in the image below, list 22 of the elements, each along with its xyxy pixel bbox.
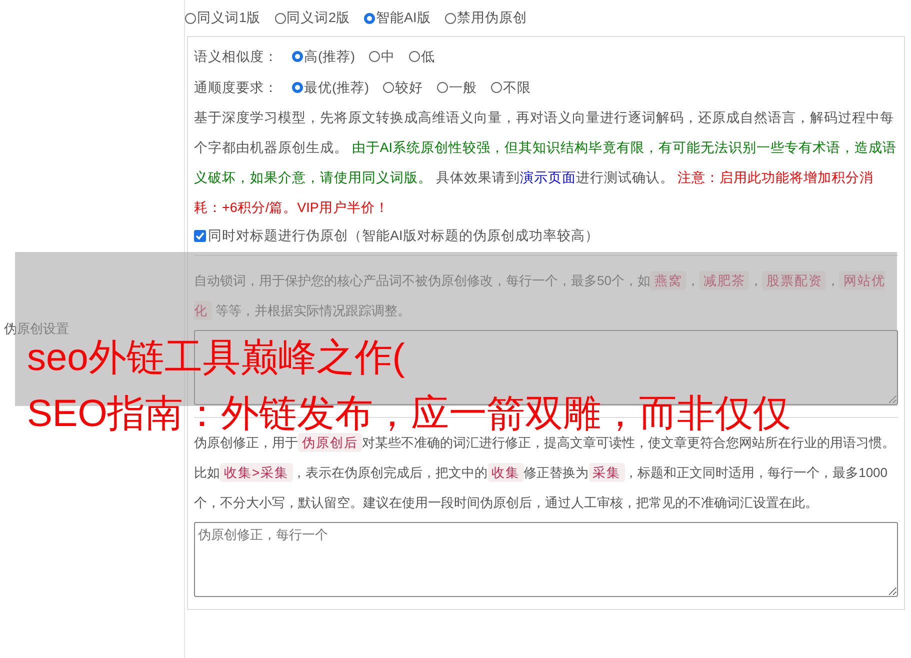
- radio-option[interactable]: 低: [409, 48, 435, 66]
- lock-words-description: 自动锁词，用于保护您的核心产品词不被伪原创修改，每行一个，最多50个，如 燕窝 ， 减肥茶 ， 股票配资 ， 网站优化 等等，并根据实际情况跟踪调整。: [194, 270, 886, 322]
- section-label: 伪原创设置: [4, 320, 69, 338]
- title-checkbox[interactable]: 同时对标题进行伪原创（智能AI版对标题的伪原创成功率较高）: [194, 223, 898, 249]
- radio-option[interactable]: 中: [369, 48, 395, 66]
- radio-option[interactable]: 同义词1版: [185, 9, 261, 27]
- correction-field[interactable]: 伪原创修正，每行一个: [194, 522, 898, 597]
- similarity-label: 语义相似度：: [194, 48, 278, 66]
- overlay-title: seo外链工具巅峰之作(: [27, 336, 405, 381]
- fluency-label: 通顺度要求：: [194, 78, 278, 96]
- ai-description: 基于深度学习模型，先将原文转换成高维语义向量，再对语义向量进行逐词解码，还原成自然语言，解码过程中每个字都由机器原创生成。 由于AI系统原创性较强，但其知识结构毕竟有限，有可能无法识别一些专有术语，造成语义破坏，如果介意，请使用同义词版。 具体效果请到演示页面进行测试确认。 注意：启用此功能将增加积分消耗：+6积分/篇。VIP用户半价！: [194, 109, 898, 217]
- correction-description: 伪原创修正，用于 伪原创后 对某些不准确的词汇进行修正，提高文章可读性，使文章更符合您网站所在行业的用语习惯。比如 收集>采集 ，表示在伪原创完成后，把文中的 收集 修正替换为 采集 ，标题和正文同时适用，每行一个，最多1000个，不分大小写，默认留空。建议在使用一段时间伪原创后，通过人工审核，把常见的不准确词汇设置在此。: [194, 432, 896, 512]
- radio-option[interactable]: 高(推荐): [292, 48, 355, 66]
- check-icon: [195, 231, 205, 241]
- radio-option[interactable]: 同义词2版: [274, 9, 350, 27]
- radio-option[interactable]: 不限: [491, 78, 531, 96]
- radio-option[interactable]: 禁用伪原创: [444, 9, 527, 27]
- radio-option[interactable]: 智能AI版: [364, 9, 431, 27]
- radio-option[interactable]: 一般: [437, 78, 477, 96]
- demo-page-link[interactable]: 演示页面: [520, 170, 576, 185]
- radio-option[interactable]: 较好: [383, 78, 423, 96]
- radio-option[interactable]: 最优(推荐): [292, 78, 369, 96]
